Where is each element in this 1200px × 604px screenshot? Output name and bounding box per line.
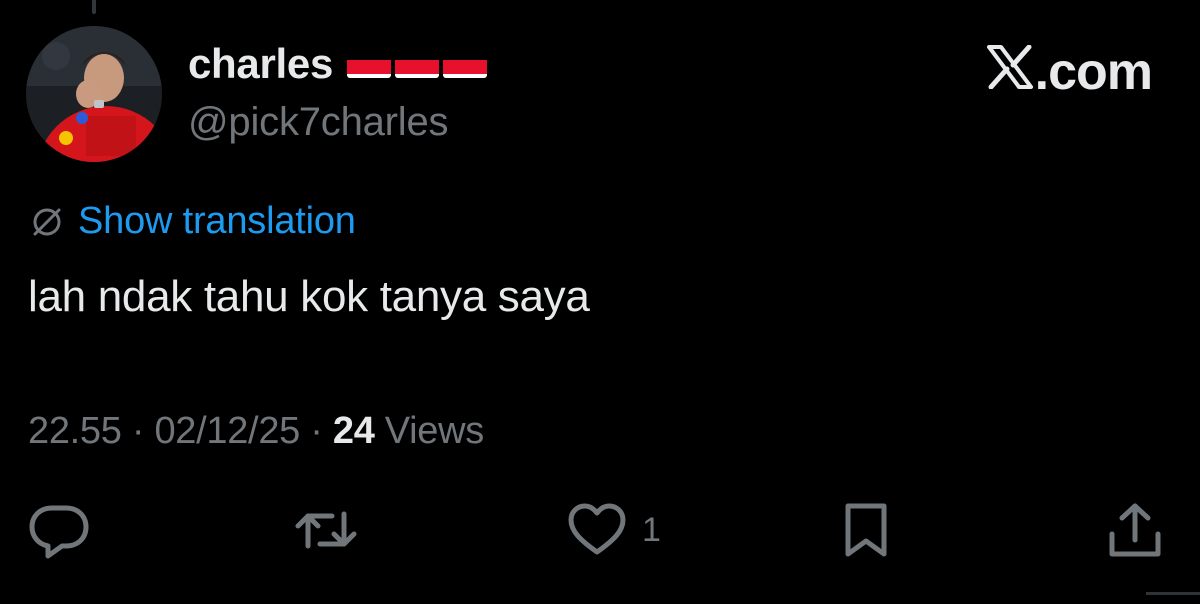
display-name[interactable]: charles [188,40,333,88]
avatar[interactable] [26,26,162,162]
show-translation-label[interactable]: Show translation [78,200,356,243]
user-handle[interactable]: @pick7charles [188,100,449,145]
tweet-action-bar: 1 [0,500,1200,570]
repost-button[interactable] [292,500,360,560]
flag-indonesia-icon [443,50,488,78]
thread-connector [92,0,96,14]
views-label[interactable]: Views [375,410,484,453]
show-translation-link[interactable]: Show translation [30,200,356,243]
tweet-meta: 22.55 · 02/12/25 · 24 Views [28,410,484,453]
brand-domain-text: .com [1034,43,1153,101]
author-name-row[interactable]: charles [188,40,488,88]
like-button[interactable]: 1 [566,500,661,560]
meta-separator: · [300,410,333,452]
x-brand-logo: .com [986,42,1153,102]
tweet-date[interactable]: 02/12/25 [154,410,300,453]
reply-button[interactable] [26,500,92,560]
repost-icon [292,500,360,560]
flag-indonesia-icon [347,50,392,78]
like-count: 1 [642,510,661,549]
share-button[interactable] [1104,500,1166,562]
globe-translate-icon [30,205,64,239]
flag-indonesia-icon [395,50,440,78]
tweet-text: lah ndak tahu kok tanya saya [28,272,590,321]
meta-separator: · [121,410,155,452]
flag-emoji-group [347,50,488,78]
tweet-time[interactable]: 22.55 [28,410,122,453]
bookmark-button[interactable] [836,500,896,560]
heart-icon [566,500,628,560]
bookmark-icon [836,500,896,560]
share-icon [1104,500,1166,562]
views-count[interactable]: 24 [333,410,375,453]
divider [1146,592,1200,595]
x-logo-icon [986,42,1033,102]
reply-icon [26,500,92,560]
